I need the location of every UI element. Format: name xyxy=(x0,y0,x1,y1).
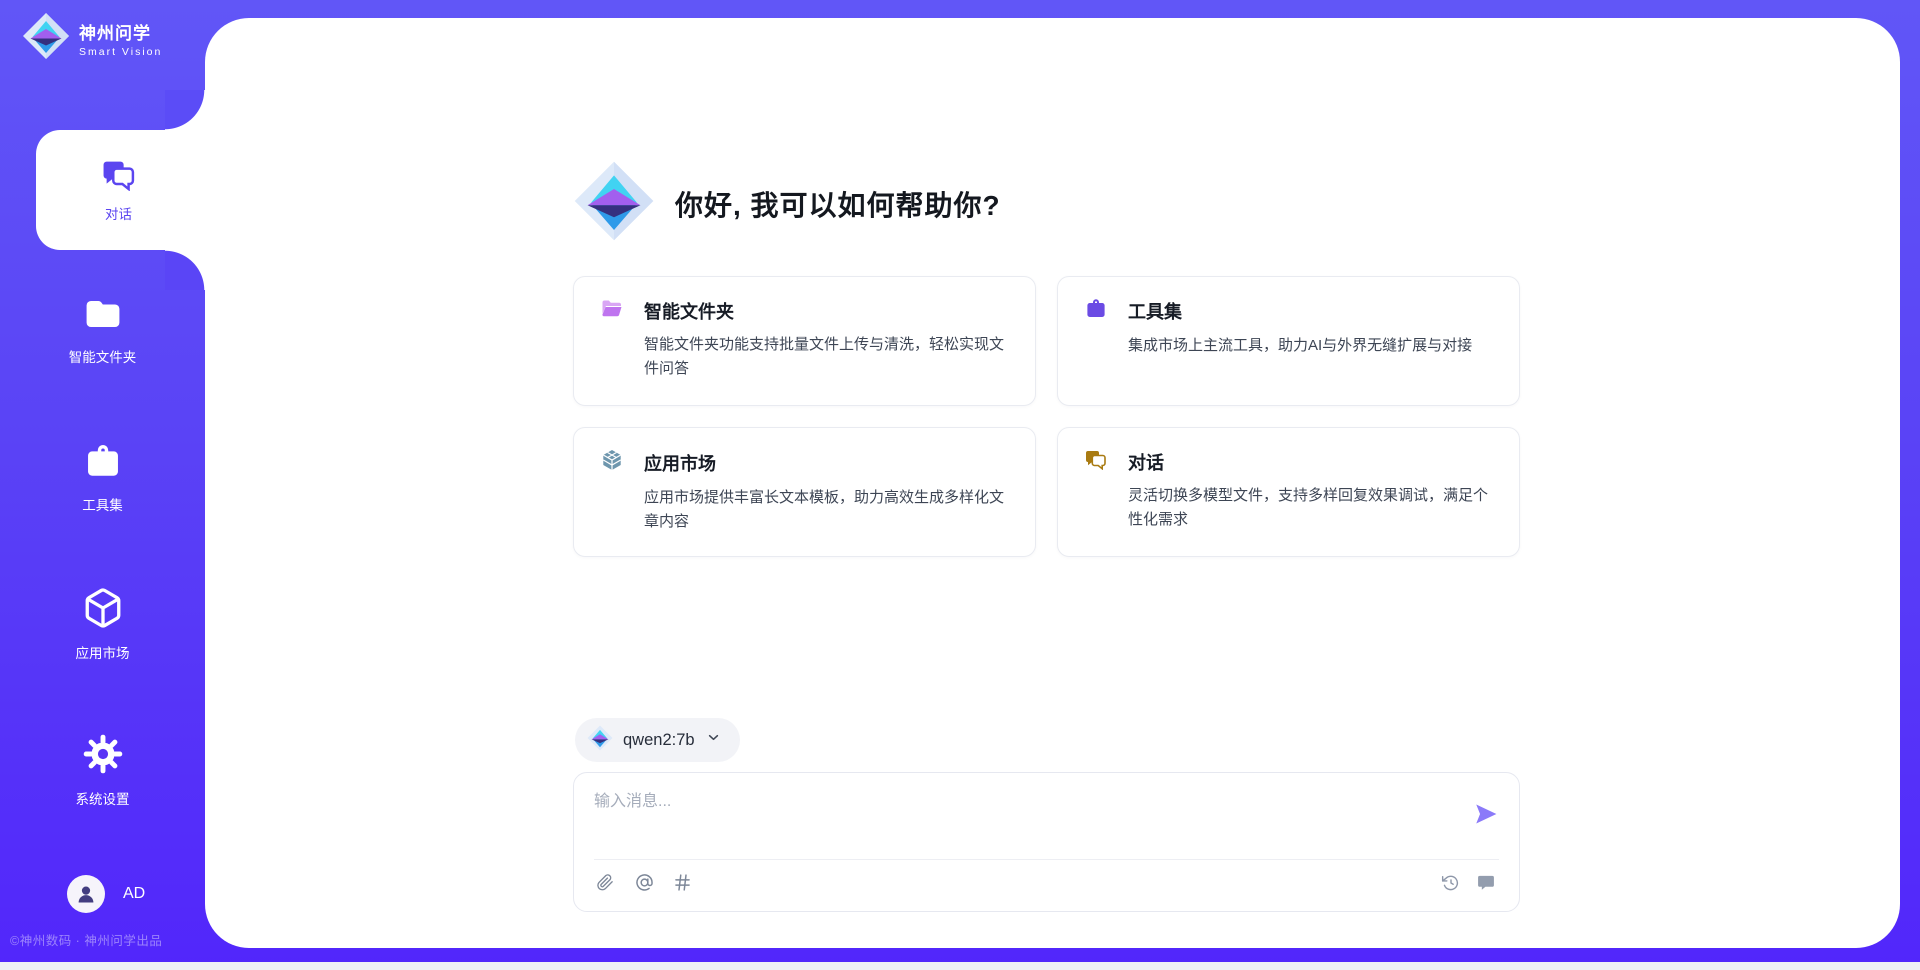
card-app-market[interactable]: 应用市场 应用市场提供丰富长文本模板，助力高效生成多样化文章内容 xyxy=(573,427,1036,557)
gear-icon xyxy=(82,733,124,780)
diamond-logo-icon xyxy=(573,160,655,247)
message-input[interactable] xyxy=(594,787,1454,849)
greeting-title: 你好, 我可以如何帮助你? xyxy=(675,184,1001,224)
sidebar-item-label: 工具集 xyxy=(82,494,123,514)
sidebar-item-label: 系统设置 xyxy=(76,788,130,808)
sidebar-item-label: 应用市场 xyxy=(76,642,130,662)
page-bottom-edge xyxy=(0,962,1920,970)
diamond-logo-icon xyxy=(22,12,70,65)
sidebar: 神州问学 Smart Vision 对话 智能文件夹 工具集 xyxy=(0,0,205,970)
card-title: 对话 xyxy=(1128,449,1164,475)
sidebar-item-tools[interactable]: 工具集 xyxy=(0,441,205,514)
sidebar-item-label: 对话 xyxy=(105,203,132,223)
card-description: 应用市场提供丰富长文本模板，助力高效生成多样化文章内容 xyxy=(644,486,1011,534)
briefcase-icon xyxy=(82,441,124,486)
message-composer xyxy=(573,772,1520,912)
tab-fillet-bottom xyxy=(165,250,205,290)
card-title: 工具集 xyxy=(1128,298,1182,324)
brand-name: 神州问学 xyxy=(79,19,162,44)
feature-cards: 智能文件夹 智能文件夹功能支持批量文件上传与清洗，轻松实现文件问答 工具集 集成… xyxy=(573,276,1520,557)
card-toolset[interactable]: 工具集 集成市场上主流工具，助力AI与外界无缝扩展与对接 xyxy=(1057,276,1520,406)
chevron-down-icon xyxy=(705,729,722,751)
cube-grid-icon xyxy=(600,448,624,477)
model-selector[interactable]: qwen2:7b xyxy=(575,718,740,762)
history-icon[interactable] xyxy=(1441,872,1462,893)
paperclip-icon[interactable] xyxy=(596,872,617,893)
card-smart-folder[interactable]: 智能文件夹 智能文件夹功能支持批量文件上传与清洗，轻松实现文件问答 xyxy=(573,276,1036,406)
card-description: 智能文件夹功能支持批量文件上传与清洗，轻松实现文件问答 xyxy=(644,333,1011,381)
sidebar-item-label: 智能文件夹 xyxy=(69,346,137,366)
card-description: 灵活切换多模型文件，支持多样回复效果调试，满足个性化需求 xyxy=(1128,484,1495,532)
user-initials: AD xyxy=(123,885,145,903)
user-row[interactable]: AD xyxy=(67,875,145,913)
greeting-block: 你好, 我可以如何帮助你? xyxy=(573,160,1001,247)
copyright-footer: ©神州数码 · 神州问学出品 xyxy=(10,930,205,949)
avatar[interactable] xyxy=(67,875,105,913)
composer-divider xyxy=(594,859,1499,860)
sidebar-item-settings[interactable]: 系统设置 xyxy=(0,733,205,808)
comment-icon[interactable] xyxy=(1476,872,1497,893)
folder-icon xyxy=(82,295,124,338)
diamond-logo-icon xyxy=(587,725,613,756)
cube-icon xyxy=(82,587,124,634)
tab-fillet-top xyxy=(165,90,205,130)
sidebar-item-market[interactable]: 应用市场 xyxy=(0,587,205,662)
model-name: qwen2:7b xyxy=(623,731,695,750)
sidebar-item-chat[interactable]: 对话 xyxy=(36,130,215,250)
send-icon[interactable] xyxy=(1473,801,1499,827)
brand-subtitle: Smart Vision xyxy=(79,46,162,58)
hash-icon[interactable] xyxy=(672,872,693,893)
brand-logo-block: 神州问学 Smart Vision xyxy=(22,12,162,65)
person-icon xyxy=(74,882,98,906)
folder-open-icon xyxy=(600,297,624,324)
card-chat[interactable]: 对话 灵活切换多模型文件，支持多样回复效果调试，满足个性化需求 xyxy=(1057,427,1520,557)
sidebar-item-folders[interactable]: 智能文件夹 xyxy=(0,295,205,366)
card-title: 智能文件夹 xyxy=(644,298,734,324)
card-title: 应用市场 xyxy=(644,450,716,476)
at-sign-icon[interactable] xyxy=(634,872,655,893)
chat-icon xyxy=(1084,448,1108,475)
main-panel: 你好, 我可以如何帮助你? 智能文件夹 智能文件夹功能支持批量文件上传与清洗，轻… xyxy=(205,18,1900,948)
chat-icon xyxy=(100,157,138,196)
card-description: 集成市场上主流工具，助力AI与外界无缝扩展与对接 xyxy=(1128,334,1495,358)
briefcase-icon xyxy=(1084,297,1108,325)
